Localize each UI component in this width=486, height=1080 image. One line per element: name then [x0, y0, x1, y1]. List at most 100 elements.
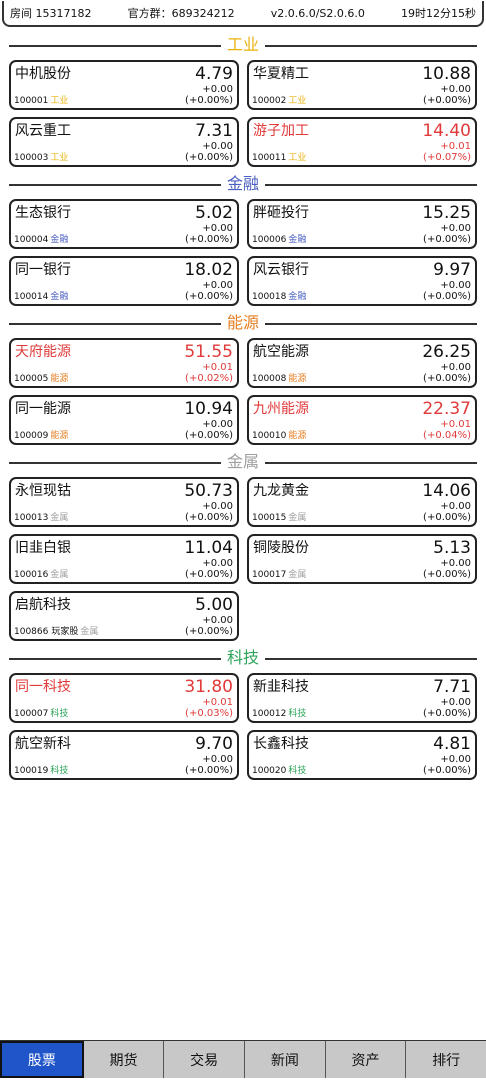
sector-header: 金融: [0, 169, 486, 199]
stock-meta: 100015 金属: [252, 513, 306, 524]
stock-meta: 100002 工业: [252, 96, 306, 107]
stock-card[interactable]: 华夏精工 10.88 +0.00 (+0.00%) 100002 工业: [247, 60, 477, 110]
stock-change-percent: (+0.00%): [423, 234, 471, 245]
stock-card[interactable]: 新韭科技 7.71 +0.00 (+0.00%) 100012 科技: [247, 673, 477, 723]
stock-card[interactable]: 长鑫科技 4.81 +0.00 (+0.00%) 100020 科技: [247, 730, 477, 780]
tab-label: 排行: [432, 1052, 461, 1069]
stock-sector-tag: 金融: [50, 292, 69, 302]
stock-change-percent: (+0.00%): [185, 765, 233, 776]
stock-price: 26.25: [422, 342, 471, 362]
sector-header: 能源: [0, 308, 486, 338]
tab-5[interactable]: 排行: [406, 1041, 486, 1078]
sector-title: 金属: [220, 452, 265, 472]
stock-sector-tag: 金属: [288, 513, 307, 523]
sector-group: 金融 生态银行 5.02 +0.00 (+0.00%) 100004 金融 胖砸投行 15.25…: [0, 169, 486, 306]
stock-meta: 100008 能源: [252, 374, 306, 385]
stock-name: 同一科技: [15, 679, 71, 695]
stock-meta: 100013 金属: [14, 513, 68, 524]
sector-title: 金融: [220, 174, 265, 194]
stock-grid: 天府能源 51.55 +0.01 (+0.02%) 100005 能源 航空能源 26.25 +…: [0, 338, 486, 445]
stock-meta: 100010 能源: [252, 431, 306, 442]
stock-name: 永恒现钴: [15, 483, 71, 499]
stock-card[interactable]: 生态银行 5.02 +0.00 (+0.00%) 100004 金融: [9, 199, 239, 249]
stock-meta: 100009 能源: [14, 431, 68, 442]
stock-change-percent: (+0.00%): [423, 373, 471, 384]
stock-card[interactable]: 同一银行 18.02 +0.00 (+0.00%) 100014 金融: [9, 256, 239, 306]
stock-sector-tag: 金融: [50, 235, 69, 245]
stock-meta: 100017 金属: [252, 570, 306, 581]
stock-card[interactable]: 启航科技 5.00 +0.00 (+0.00%) 100866 玩家股 金属: [9, 591, 239, 641]
stock-sector-tag: 科技: [50, 766, 69, 776]
stock-sector-tag: 工业: [50, 153, 69, 163]
stock-change-percent: (+0.02%): [185, 373, 233, 384]
stock-card[interactable]: 游子加工 14.40 +0.01 (+0.07%) 100011 工业: [247, 117, 477, 167]
stock-card[interactable]: 同一能源 10.94 +0.00 (+0.00%) 100009 能源: [9, 395, 239, 445]
status-bar: 房间 15317182 官方群：689324212 v2.0.6.0/S2.0.…: [2, 1, 484, 27]
stock-change-percent: (+0.00%): [185, 95, 233, 106]
tab-0[interactable]: 股票: [0, 1041, 84, 1078]
stock-code: 100019: [14, 766, 49, 776]
stock-code: 100020: [252, 766, 287, 776]
tab-3[interactable]: 新闻: [245, 1041, 326, 1078]
stock-change: +0.00: [202, 141, 233, 152]
stock-card[interactable]: 旧韭白银 11.04 +0.00 (+0.00%) 100016 金属: [9, 534, 239, 584]
stock-card[interactable]: 风云重工 7.31 +0.00 (+0.00%) 100003 工业: [9, 117, 239, 167]
stock-grid: 生态银行 5.02 +0.00 (+0.00%) 100004 金融 胖砸投行 15.25 +0…: [0, 199, 486, 306]
tab-2[interactable]: 交易: [164, 1041, 246, 1078]
official-group-label: 官方群：689324212: [127, 7, 235, 20]
stock-card[interactable]: 同一科技 31.80 +0.01 (+0.03%) 100007 科技: [9, 673, 239, 723]
stock-change-percent: (+0.00%): [423, 291, 471, 302]
stock-sector-tag: 工业: [288, 153, 307, 163]
stock-change: +0.01: [202, 362, 233, 373]
tab-label: 股票: [27, 1052, 56, 1069]
stock-card[interactable]: 中机股份 4.79 +0.00 (+0.00%) 100001 工业: [9, 60, 239, 110]
stock-change: +0.00: [202, 558, 233, 569]
stock-name: 九州能源: [253, 401, 309, 417]
stock-code: 100008: [252, 374, 287, 384]
stock-code: 100004: [14, 235, 49, 245]
sector-group: 工业 中机股份 4.79 +0.00 (+0.00%) 100001 工业 华夏精工 10.88…: [0, 30, 486, 167]
stock-card[interactable]: 风云银行 9.97 +0.00 (+0.00%) 100018 金融: [247, 256, 477, 306]
stock-sector-tag: 能源: [50, 431, 69, 441]
stock-price: 22.37: [422, 399, 471, 419]
sector-header: 金属: [0, 447, 486, 477]
stock-card[interactable]: 九州能源 22.37 +0.01 (+0.04%) 100010 能源: [247, 395, 477, 445]
stock-grid: 永恒现钴 50.73 +0.00 (+0.00%) 100013 金属 九龙黄金 14.06 +…: [0, 477, 486, 641]
stock-price: 51.55: [184, 342, 233, 362]
stock-meta: 100866 玩家股 金属: [14, 627, 98, 638]
sector-title: 工业: [220, 35, 265, 55]
stock-price: 9.97: [433, 260, 471, 280]
stock-card[interactable]: 九龙黄金 14.06 +0.00 (+0.00%) 100015 金属: [247, 477, 477, 527]
stock-card[interactable]: 胖砸投行 15.25 +0.00 (+0.00%) 100006 金融: [247, 199, 477, 249]
stock-price: 18.02: [184, 260, 233, 280]
stock-meta: 100018 金融: [252, 292, 306, 303]
stock-card[interactable]: 航空能源 26.25 +0.00 (+0.00%) 100008 能源: [247, 338, 477, 388]
stock-change-percent: (+0.00%): [423, 569, 471, 580]
stock-price: 10.88: [422, 64, 471, 84]
tab-label: 资产: [351, 1052, 380, 1069]
stock-change: +0.01: [440, 419, 471, 430]
stock-name: 华夏精工: [253, 66, 309, 82]
stock-name: 同一能源: [15, 401, 71, 417]
stock-change-percent: (+0.07%): [423, 152, 471, 163]
stock-change-percent: (+0.00%): [185, 291, 233, 302]
stock-list: 工业 中机股份 4.79 +0.00 (+0.00%) 100001 工业 华夏精工 10.88…: [0, 30, 486, 782]
stock-code: 100017: [252, 570, 287, 580]
stock-name: 中机股份: [15, 66, 71, 82]
stock-card[interactable]: 天府能源 51.55 +0.01 (+0.02%) 100005 能源: [9, 338, 239, 388]
stock-card[interactable]: 航空新科 9.70 +0.00 (+0.00%) 100019 科技: [9, 730, 239, 780]
stock-change: +0.00: [202, 419, 233, 430]
stock-name: 风云重工: [15, 123, 71, 139]
stock-sector-tag: 金融: [288, 292, 307, 302]
stock-meta: 100012 科技: [252, 709, 306, 720]
stock-card[interactable]: 永恒现钴 50.73 +0.00 (+0.00%) 100013 金属: [9, 477, 239, 527]
stock-change-percent: (+0.00%): [185, 152, 233, 163]
clock-label: 19时12分15秒: [401, 7, 476, 20]
tab-1[interactable]: 期货: [83, 1041, 165, 1078]
stock-card[interactable]: 铜陵股份 5.13 +0.00 (+0.00%) 100017 金属: [247, 534, 477, 584]
stock-grid: 同一科技 31.80 +0.01 (+0.03%) 100007 科技 新韭科技 7.71 +0…: [0, 673, 486, 780]
stock-code: 100007: [14, 709, 49, 719]
stock-change-percent: (+0.00%): [423, 765, 471, 776]
tab-4[interactable]: 资产: [325, 1041, 407, 1078]
stock-code: 100005: [14, 374, 49, 384]
